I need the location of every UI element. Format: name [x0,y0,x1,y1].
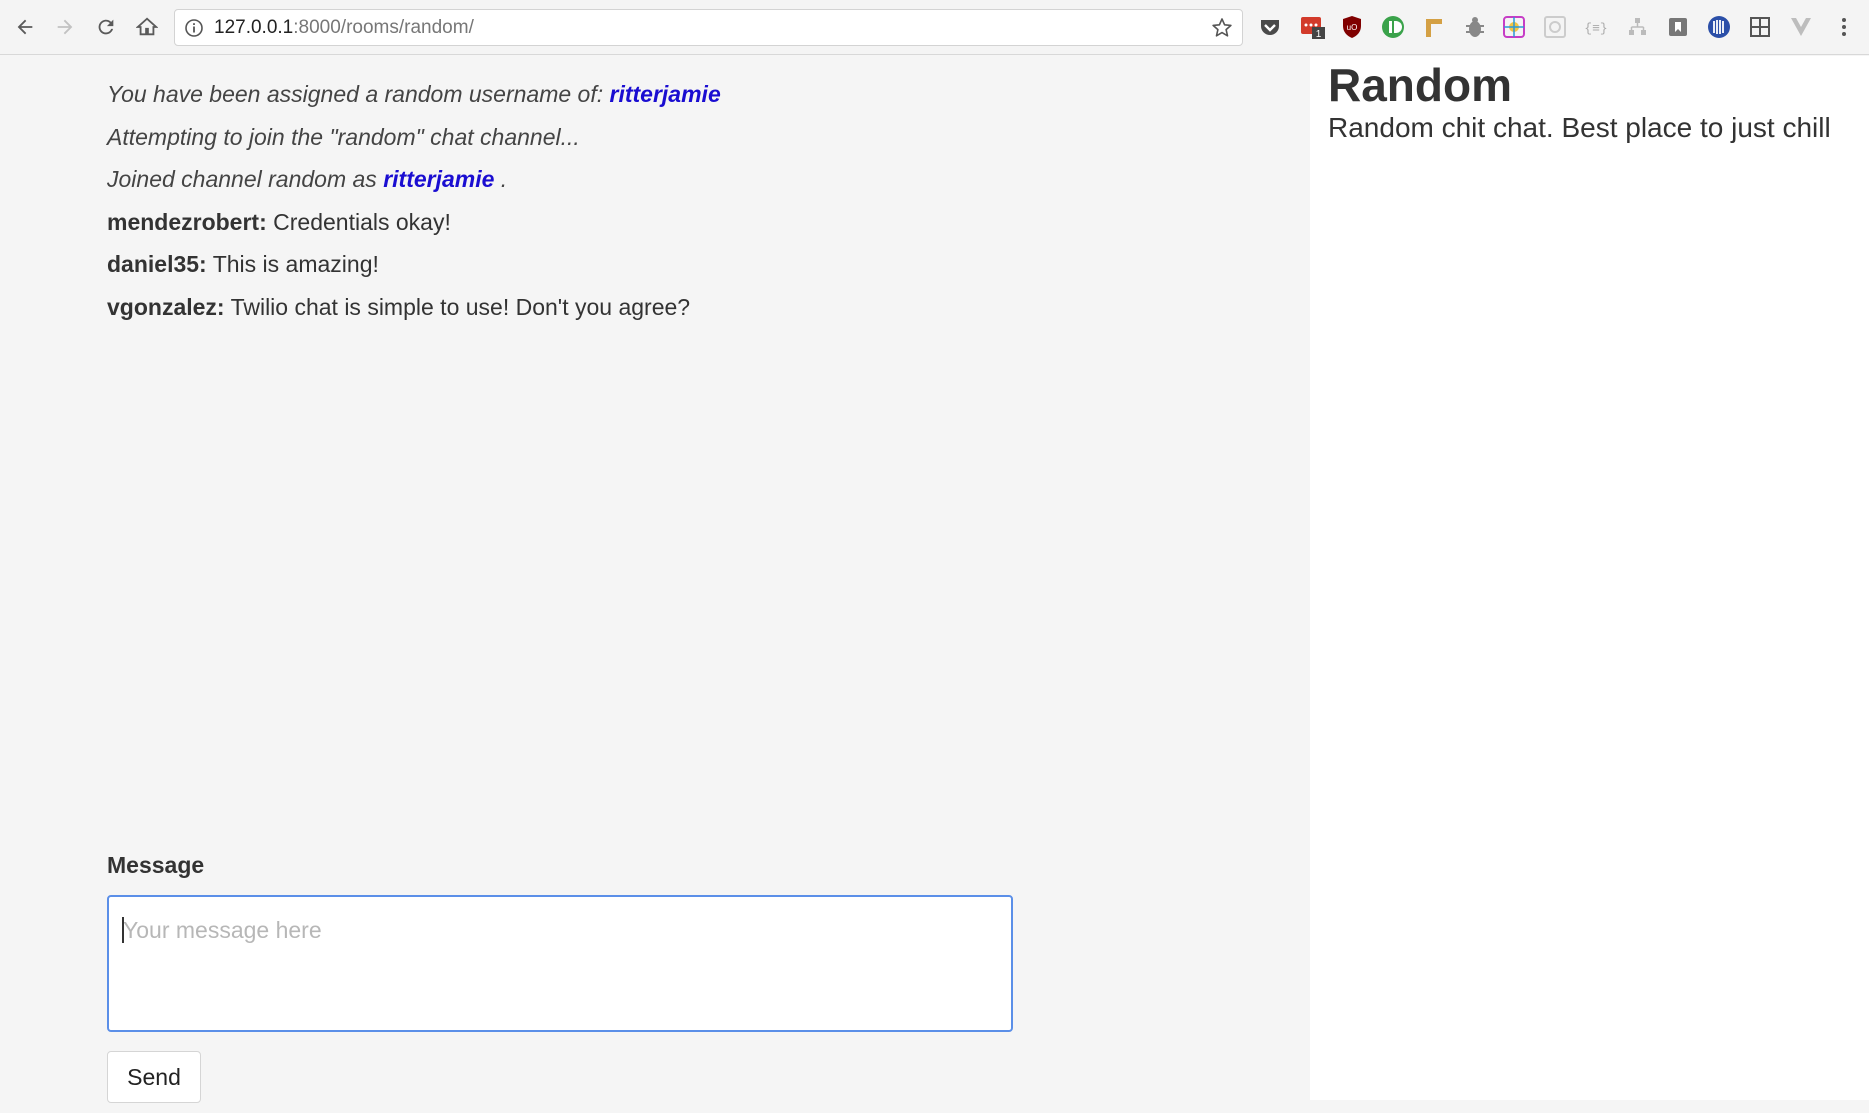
ublock-icon[interactable]: uO [1339,14,1365,40]
extension-badge-count: 1 [1316,29,1322,40]
bookmark-star-icon[interactable] [1210,16,1234,40]
blue-circle-extension-icon[interactable] [1706,14,1732,40]
message-label: Message [107,852,205,878]
tree-extension-icon[interactable] [1624,14,1650,40]
info-message: You have been assigned a random username… [107,81,721,107]
username-link: ritterjamie [383,166,495,192]
json-extension-icon[interactable]: {≡} [1583,14,1609,40]
reload-icon[interactable] [91,12,121,42]
bug-extension-icon[interactable] [1462,14,1488,40]
room-sidebar: Random Random chit chat. Best place to j… [1310,56,1869,1100]
info-icon[interactable] [184,18,204,38]
green-circle-extension-icon[interactable] [1380,14,1406,40]
forward-arrow-icon[interactable] [50,12,80,42]
browser-toolbar: 127.0.0.1:8000/rooms/random/ 1 uO {≡} [0,0,1869,55]
vue-extension-icon[interactable] [1788,14,1814,40]
back-arrow-icon[interactable] [10,12,40,42]
message-author: vgonzalez: [107,293,225,320]
message-body: This is amazing! [212,251,379,277]
message-author: mendezrobert: [107,208,267,235]
grid-extension-icon[interactable] [1542,14,1568,40]
bookmark-extension-icon[interactable] [1665,14,1691,40]
room-title: Random [1328,59,1512,111]
color-picker-extension-icon[interactable] [1501,14,1527,40]
text-cursor [122,917,124,943]
menu-kebab-icon[interactable] [1831,14,1857,40]
svg-text:{≡}: {≡} [1584,21,1607,36]
svg-text:uO: uO [1347,23,1358,32]
send-button[interactable]: Send [107,1051,201,1103]
address-bar[interactable]: 127.0.0.1:8000/rooms/random/ [174,9,1243,46]
message-body: Twilio chat is simple to use! Don't you … [230,293,691,320]
window-grid-icon[interactable] [1747,14,1773,40]
message-body: Credentials okay! [273,208,451,235]
message-input[interactable] [107,895,1013,1032]
info-message: Joined channel random as ritterjamie . [107,166,508,192]
url-text: 127.0.0.1:8000/rooms/random/ [214,17,474,38]
chat-message: mendezrobert: Credentials okay! [107,201,1207,244]
chat-log: You have been assigned a random username… [107,73,1207,328]
message-author: daniel35: [107,251,207,277]
badge-extension-icon[interactable]: 1 [1300,14,1326,40]
chat-message: vgonzalez: Twilio chat is simple to use!… [107,286,1207,329]
ruler-extension-icon[interactable] [1421,14,1447,40]
info-message: Attempting to join the "random" chat cha… [107,123,580,150]
room-description: Random chit chat. Best place to just chi… [1328,112,1831,143]
home-icon[interactable] [132,12,162,42]
username-link: ritterjamie [609,81,721,107]
pocket-icon[interactable] [1257,14,1283,40]
chat-message: daniel35: This is amazing! [107,243,1207,286]
